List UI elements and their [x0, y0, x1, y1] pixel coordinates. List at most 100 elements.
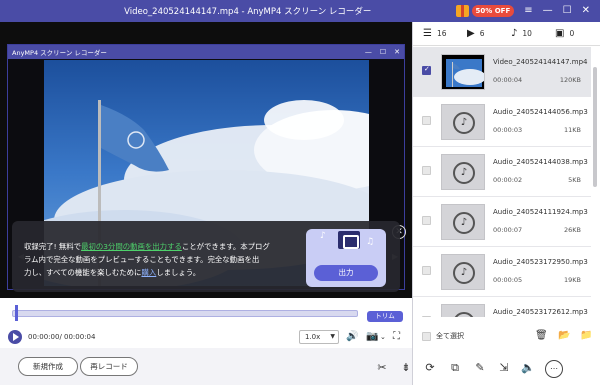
trash-icon[interactable]: 🗑 — [535, 330, 548, 341]
notice-line1-post: ことができます。本プログ — [181, 242, 270, 251]
film-export-icon — [338, 231, 360, 249]
tab-audio[interactable]: ♪ 10 — [501, 28, 545, 39]
item-checkbox[interactable] — [422, 266, 431, 275]
new-recording-button[interactable]: 新規作成 — [18, 357, 78, 376]
title-bar: Video_240524144147.mp4 - AnyMP4 スクリーン レコ… — [0, 0, 600, 22]
fullscreen-icon[interactable]: ⛶ — [393, 330, 400, 344]
file-size: 120KB — [559, 76, 581, 84]
item-checkbox[interactable] — [422, 216, 431, 225]
list-scrollbar[interactable] — [592, 47, 598, 317]
notice-line3-post: しましょう。 — [156, 268, 201, 277]
file-size: 11KB — [564, 126, 581, 134]
scissors-icon[interactable]: ✂ — [373, 360, 391, 378]
file-size: 26KB — [564, 226, 581, 234]
compress-icon[interactable]: ⇲ — [495, 360, 513, 378]
music-disc-icon: ♪ — [453, 212, 475, 234]
audio-thumbnail: ♪ — [441, 104, 485, 140]
rerecord-button[interactable]: 再レコード — [80, 357, 138, 376]
select-all-checkbox[interactable] — [422, 331, 431, 341]
music-disc-icon: ♪ — [453, 262, 475, 284]
list-item[interactable]: ♪ Audio_240523172950.mp3 00:00:05 19KB — [413, 247, 591, 297]
tab-all[interactable]: ☰ 16 — [413, 28, 457, 39]
file-name: Audio_240524111924.mp3 — [493, 208, 588, 216]
file-duration: 00:00:04 — [493, 76, 523, 84]
item-checkbox[interactable] — [422, 116, 431, 125]
list-item[interactable]: ♪ Audio_240523172612.mp3 — [413, 297, 591, 317]
speed-value: 1.0x — [305, 333, 321, 341]
convert-icon[interactable]: ⟳ — [421, 360, 439, 378]
file-name: Audio_240523172950.mp3 — [493, 258, 588, 266]
trial-notice: 収録完了! 無料で最初の3分間の動画を出力することができます。本プログ ラム内で… — [12, 221, 400, 292]
audio-edit-icon[interactable]: 🔈 — [519, 360, 537, 378]
scrollbar-thumb[interactable] — [593, 67, 597, 187]
menu-icon[interactable]: ≡ — [524, 6, 532, 16]
notice-line1-pre: 収録完了! 無料で — [24, 242, 82, 251]
close-icon[interactable]: ✕ — [582, 6, 590, 16]
music-note-icon: ♫ — [366, 237, 375, 247]
window-title: Video_240524144147.mp4 - AnyMP4 スクリーン レコ… — [124, 7, 372, 17]
file-duration: 00:00:03 — [493, 126, 523, 134]
media-tabs: ☰ 16 ▶ 6 ♪ 10 ▣ 0 — [413, 22, 600, 46]
list-item[interactable]: ♪ Audio_240524111924.mp3 00:00:07 26KB — [413, 197, 591, 247]
speed-select[interactable]: 1.0x ▼ — [299, 330, 339, 344]
tab-count: 0 — [569, 29, 575, 38]
video-preview: AnyMP4 スクリーン レコーダー — ☐ ✕ 収録完了! 無料で最初の3分間… — [0, 22, 412, 298]
file-duration: 00:00:07 — [493, 226, 523, 234]
minimize-icon[interactable]: — — [543, 6, 553, 16]
item-checkbox[interactable] — [422, 316, 431, 317]
tab-video[interactable]: ▶ 6 — [457, 28, 501, 39]
player-controls: 00:00:00/ 00:00:04 1.0x ▼ 🔊 📷 ⌄ ⛶ — [0, 326, 412, 348]
volume-icon[interactable]: 🔊 — [346, 330, 358, 344]
camera-icon[interactable]: 📷 — [366, 330, 378, 344]
chevron-down-icon: ▼ — [330, 333, 335, 340]
tab-count: 6 — [479, 29, 485, 38]
file-list: Video_240524144147.mp4 00:00:04 120KB ♪ … — [413, 47, 591, 317]
list-item[interactable]: ♪ Audio_240524144038.mp3 00:00:02 5KB — [413, 147, 591, 197]
tab-image[interactable]: ▣ 0 — [545, 28, 589, 39]
purchase-link[interactable]: 購入 — [141, 268, 156, 277]
more-icon[interactable]: ⋯ — [545, 360, 563, 378]
sale-promo[interactable]: 50% OFF — [455, 5, 515, 17]
music-disc-icon: ♪ — [453, 312, 475, 317]
select-all-label: 全て選択 — [436, 332, 464, 340]
timeline-track[interactable] — [12, 310, 358, 317]
media-list-panel: ☰ 16 ▶ 6 ♪ 10 ▣ 0 ✓ Video_240524144147.m… — [377, 22, 600, 385]
play-button[interactable] — [8, 330, 22, 344]
music-note-icon: ♪ — [320, 231, 326, 241]
list-item[interactable]: Video_240524144147.mp4 00:00:04 120KB — [413, 47, 591, 97]
music-disc-icon: ♪ — [453, 112, 475, 134]
file-duration: 00:00:05 — [493, 276, 523, 284]
output-button[interactable]: 出力 — [314, 265, 378, 281]
bottom-bar: 新規作成 再レコード — [0, 348, 412, 385]
item-checkbox[interactable] — [422, 65, 431, 75]
maximize-icon[interactable]: ☐ — [563, 6, 572, 16]
chevron-down-icon[interactable]: ⌄ — [380, 330, 386, 344]
notice-line2: ラム内で完全な動画をプレビューすることもできます。完全な動画を出 — [24, 255, 260, 264]
trim-button[interactable]: トリム — [367, 311, 403, 322]
edit-toolbar: ✂ ⇟ ⟳ ⧉ ✎ ⇲ 🔈 ⋯ — [377, 355, 600, 385]
inner-window-titlebar: AnyMP4 スクリーン レコーダー — ☐ ✕ — [8, 45, 404, 59]
inner-minimize-icon: — — [364, 48, 372, 56]
file-name: Audio_240523172612.mp3 — [493, 308, 588, 316]
file-name: Audio_240524144056.mp3 — [493, 108, 588, 116]
item-checkbox[interactable] — [422, 166, 431, 175]
image-icon: ▣ — [555, 28, 565, 39]
open-folder-icon[interactable]: 📁 — [580, 330, 592, 341]
file-name: Audio_240524144038.mp3 — [493, 158, 588, 166]
merge-icon[interactable]: ⧉ — [446, 360, 464, 378]
edit-icon[interactable]: ✎ — [471, 360, 489, 378]
music-icon: ♪ — [511, 28, 518, 39]
inner-window-title: AnyMP4 スクリーン レコーダー — [12, 49, 107, 57]
sale-badge: 50% OFF — [471, 5, 515, 17]
inner-maximize-icon: ☐ — [379, 48, 387, 56]
import-folder-icon[interactable]: 📂 — [558, 330, 570, 341]
notice-highlight-link[interactable]: 最初の3分間の動画を出力する — [81, 242, 182, 251]
list-item[interactable]: ♪ Audio_240524144056.mp3 00:00:03 11KB — [413, 97, 591, 147]
playhead-handle[interactable] — [15, 305, 18, 321]
video-thumbnail — [441, 54, 485, 90]
audio-thumbnail: ♪ — [441, 154, 485, 190]
tab-count: 10 — [522, 29, 532, 38]
select-all[interactable]: 全て選択 — [422, 331, 464, 341]
split-icon[interactable]: ⇟ — [397, 360, 415, 378]
file-name: Video_240524144147.mp4 — [493, 58, 588, 66]
